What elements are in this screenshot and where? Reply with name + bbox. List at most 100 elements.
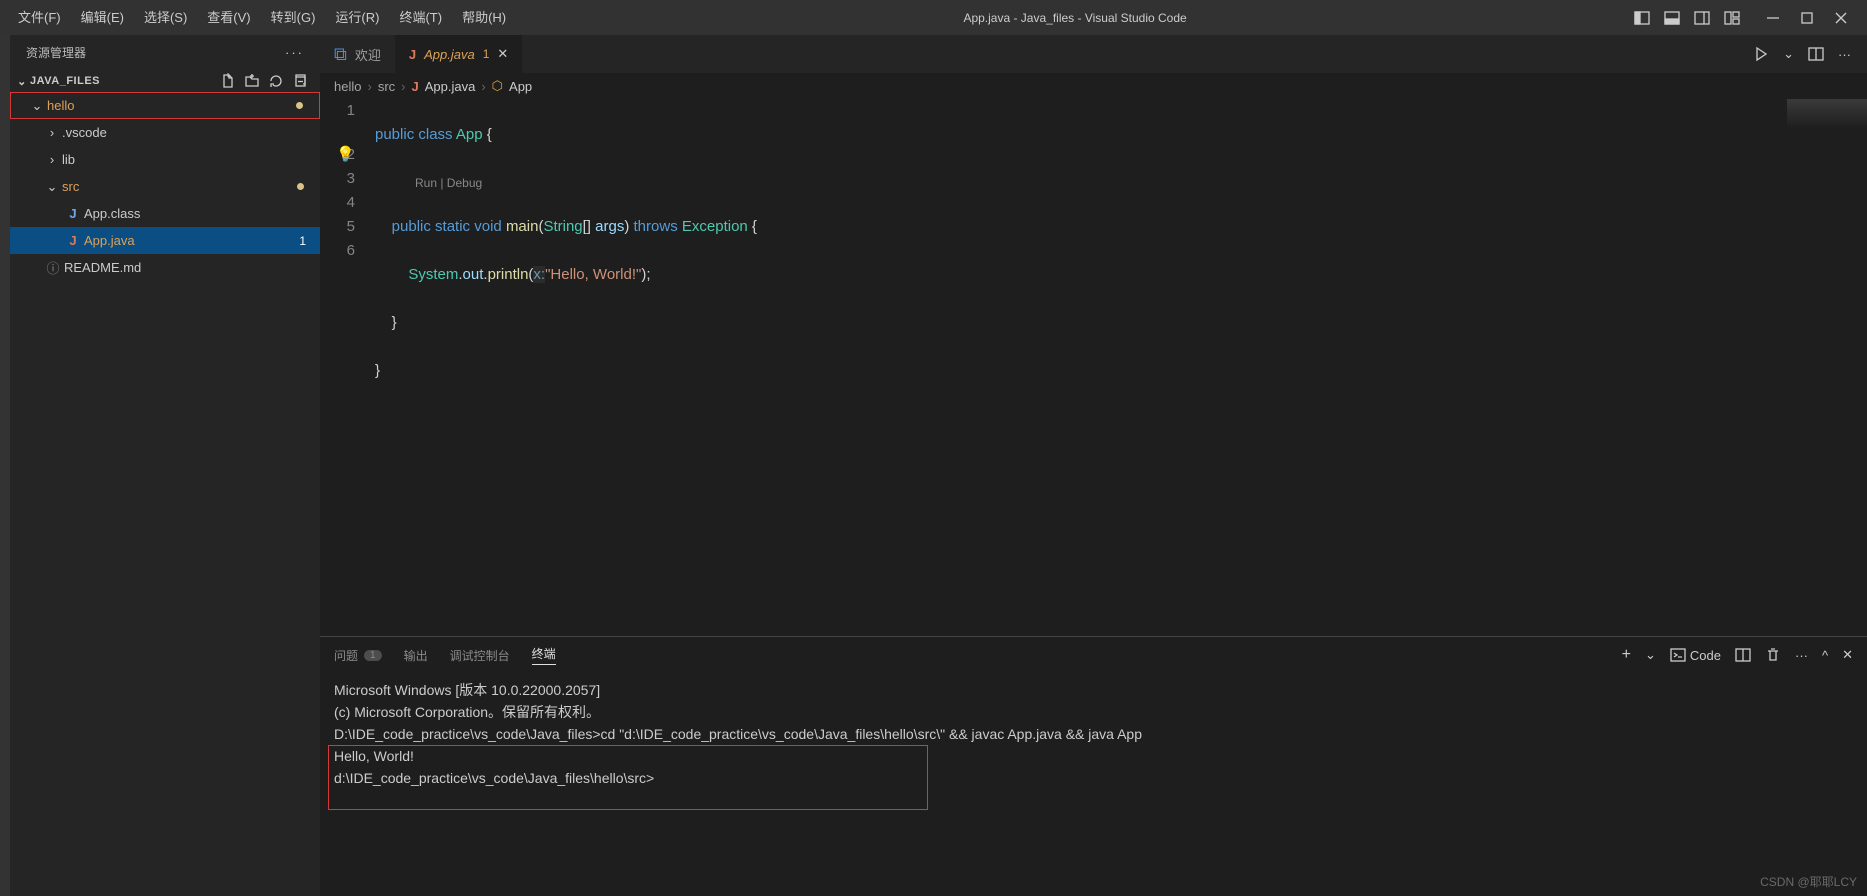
- layout-panel-icon[interactable]: [1664, 10, 1680, 26]
- kill-terminal-icon[interactable]: [1765, 647, 1781, 663]
- terminal-dropdown-icon[interactable]: ⌄: [1645, 647, 1656, 663]
- tab-label: 欢迎: [355, 45, 381, 64]
- menu-view[interactable]: 查看(V): [197, 0, 260, 35]
- layout-sidebar-left-icon[interactable]: [1634, 10, 1650, 26]
- problem-count-badge: 1: [299, 234, 306, 248]
- panel-tabs: 问题1 输出 调试控制台 终端 + ⌄ Code ··· ^ ✕: [320, 637, 1867, 673]
- tab-label: App.java: [424, 47, 475, 62]
- panel-maximize-icon[interactable]: ^: [1822, 648, 1828, 663]
- chevron-down-icon: ⌄: [44, 179, 60, 195]
- class-symbol-icon: ⬡: [492, 78, 503, 94]
- panel-tab-debug-console[interactable]: 调试控制台: [450, 647, 510, 664]
- breadcrumb-item[interactable]: App.java: [425, 79, 476, 94]
- sidebar-more-icon[interactable]: ···: [285, 45, 304, 60]
- window-controls: [1765, 10, 1859, 26]
- new-file-icon[interactable]: [220, 73, 236, 89]
- codelens-run-debug[interactable]: Run | Debug: [375, 171, 1867, 191]
- folder-label: lib: [62, 152, 75, 167]
- minimap[interactable]: [1787, 99, 1867, 129]
- editor-group: ⧉ 欢迎 J App.java 1 ✕ ⌄ ··· hello › src › …: [320, 35, 1867, 896]
- tree-folder-src[interactable]: ⌄ src: [10, 173, 320, 200]
- menu-terminal[interactable]: 终端(T): [389, 0, 452, 35]
- panel-actions: + ⌄ Code ··· ^ ✕: [1622, 646, 1853, 664]
- tree-file-appjava[interactable]: J App.java 1: [10, 227, 320, 254]
- tree-folder-lib[interactable]: › lib: [10, 146, 320, 173]
- title-bar: 文件(F) 编辑(E) 选择(S) 查看(V) 转到(G) 运行(R) 终端(T…: [0, 0, 1867, 35]
- java-file-icon: J: [412, 79, 419, 94]
- panel-tab-terminal[interactable]: 终端: [532, 645, 556, 665]
- activity-bar: [0, 35, 10, 896]
- chevron-right-icon: ›: [44, 125, 60, 140]
- split-terminal-icon[interactable]: [1735, 647, 1751, 663]
- info-file-icon: ⓘ: [44, 258, 62, 277]
- chevron-right-icon: ›: [401, 79, 405, 94]
- tab-appjava[interactable]: J App.java 1 ✕: [395, 35, 522, 73]
- breadcrumb-item[interactable]: src: [378, 79, 395, 94]
- menu-edit[interactable]: 编辑(E): [71, 0, 134, 35]
- menu-help[interactable]: 帮助(H): [452, 0, 516, 35]
- menubar: 文件(F) 编辑(E) 选择(S) 查看(V) 转到(G) 运行(R) 终端(T…: [8, 0, 516, 35]
- lightbulb-icon[interactable]: 💡: [336, 143, 355, 167]
- chevron-down-icon: ⌄: [14, 75, 30, 88]
- panel-tab-problems[interactable]: 问题1: [334, 647, 382, 664]
- tree-folder-vscode[interactable]: › .vscode: [10, 119, 320, 146]
- breadcrumb-item[interactable]: App: [509, 79, 532, 94]
- java-file-icon: J: [64, 206, 82, 221]
- java-file-icon: J: [409, 47, 416, 62]
- sidebar-title: 资源管理器: [26, 44, 86, 61]
- explorer-section-header[interactable]: ⌄ JAVA_FILES: [10, 70, 320, 92]
- tree-file-appclass[interactable]: J App.class: [10, 200, 320, 227]
- java-file-icon: J: [64, 233, 82, 248]
- close-icon[interactable]: [1833, 10, 1849, 26]
- panel-tab-output[interactable]: 输出: [404, 647, 428, 664]
- new-folder-icon[interactable]: [244, 73, 260, 89]
- window-title: App.java - Java_files - Visual Studio Co…: [516, 11, 1634, 25]
- breadcrumb[interactable]: hello › src › J App.java › ⬡ App: [320, 73, 1867, 99]
- editor-more-icon[interactable]: ···: [1838, 47, 1851, 62]
- tree-file-readme[interactable]: ⓘ README.md: [10, 254, 320, 281]
- maximize-icon[interactable]: [1799, 10, 1815, 26]
- layout-sidebar-right-icon[interactable]: [1694, 10, 1710, 26]
- panel-close-icon[interactable]: ✕: [1842, 647, 1853, 663]
- chevron-right-icon: ›: [481, 79, 485, 94]
- tree-folder-hello[interactable]: ⌄ hello: [10, 92, 320, 119]
- terminal-content[interactable]: Microsoft Windows [版本 10.0.22000.2057] (…: [320, 673, 1867, 896]
- tab-modified-badge: 1: [483, 47, 490, 61]
- tab-welcome[interactable]: ⧉ 欢迎: [320, 35, 395, 73]
- code-content[interactable]: public class App { Run | Debug public st…: [375, 99, 1867, 636]
- run-icon[interactable]: [1753, 46, 1769, 62]
- menu-run[interactable]: 运行(R): [325, 0, 389, 35]
- editor-tabs: ⧉ 欢迎 J App.java 1 ✕ ⌄ ···: [320, 35, 1867, 73]
- minimize-icon[interactable]: [1765, 10, 1781, 26]
- sidebar-header: 资源管理器 ···: [10, 35, 320, 70]
- terminal-profile[interactable]: Code: [1670, 647, 1721, 663]
- refresh-icon[interactable]: [268, 73, 284, 89]
- collapse-all-icon[interactable]: [292, 73, 308, 89]
- chevron-down-icon: ⌄: [29, 98, 45, 114]
- panel-more-icon[interactable]: ···: [1795, 648, 1808, 663]
- tab-close-icon[interactable]: ✕: [497, 46, 508, 62]
- bottom-panel: 问题1 输出 调试控制台 终端 + ⌄ Code ··· ^ ✕ Microso…: [320, 636, 1867, 896]
- menu-select[interactable]: 选择(S): [134, 0, 197, 35]
- run-dropdown-icon[interactable]: ⌄: [1783, 46, 1794, 62]
- file-label: README.md: [64, 260, 141, 275]
- new-terminal-icon[interactable]: +: [1622, 646, 1631, 664]
- line-gutter: 123456: [320, 99, 375, 636]
- editor-actions: ⌄ ···: [1753, 35, 1867, 73]
- sidebar: 资源管理器 ··· ⌄ JAVA_FILES ⌄ hello › .vscode…: [10, 35, 320, 896]
- split-editor-icon[interactable]: [1808, 46, 1824, 62]
- watermark: CSDN @耶耶LCY: [1760, 873, 1857, 890]
- folder-label: hello: [47, 98, 74, 113]
- breadcrumb-item[interactable]: hello: [334, 79, 361, 94]
- problems-count-badge: 1: [364, 650, 382, 661]
- terminal-icon: [1670, 647, 1686, 663]
- code-editor[interactable]: 💡 123456 public class App { Run | Debug …: [320, 99, 1867, 636]
- file-label: App.class: [84, 206, 140, 221]
- folder-label: src: [62, 179, 79, 194]
- menu-goto[interactable]: 转到(G): [261, 0, 326, 35]
- menu-file[interactable]: 文件(F): [8, 0, 71, 35]
- chevron-right-icon: ›: [44, 152, 60, 167]
- folder-label: .vscode: [62, 125, 107, 140]
- layout-customize-icon[interactable]: [1724, 10, 1740, 26]
- section-label: JAVA_FILES: [30, 75, 100, 87]
